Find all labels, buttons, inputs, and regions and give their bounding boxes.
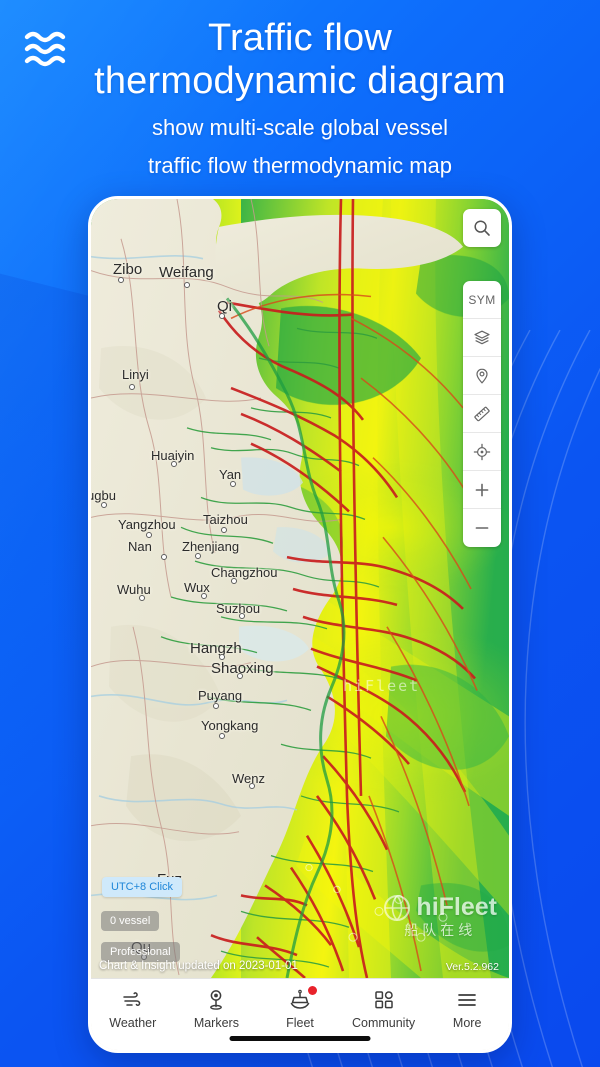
wind-icon	[121, 988, 145, 1012]
tab-fleet-label: Fleet	[286, 1016, 314, 1030]
ruler-icon	[473, 405, 491, 423]
map-control-stack[interactable]: SYM	[463, 281, 501, 547]
grid-icon	[372, 988, 396, 1012]
tab-weather-label: Weather	[109, 1016, 156, 1030]
page-subtitle-line2: traffic flow thermodynamic map	[0, 151, 600, 180]
map-zoom-out-button[interactable]	[463, 509, 501, 547]
map-layers-button[interactable]	[463, 319, 501, 357]
city-marker-dot	[213, 703, 219, 709]
city-marker-dot	[146, 532, 152, 538]
phone-screen: hiFleet hiFleet 船队在线 ZiboWeifangQiLinyiH…	[91, 199, 509, 1050]
map-locate-button[interactable]	[463, 433, 501, 471]
tab-weather[interactable]: Weather	[91, 988, 175, 1030]
home-indicator	[230, 1036, 371, 1041]
city-marker-dot	[230, 481, 236, 487]
map-measure-button[interactable]	[463, 395, 501, 433]
map-zoom-in-button[interactable]	[463, 471, 501, 509]
map-sym-label: SYM	[468, 293, 495, 307]
chart-updated-text: Chart & Insight updated on 2023-01-01	[99, 960, 298, 972]
tab-more-label: More	[453, 1016, 481, 1030]
header: Traffic flow thermodynamic diagram show …	[0, 16, 600, 180]
app-version-text: Ver.5.2.962	[446, 961, 499, 973]
city-marker-dot	[237, 673, 243, 679]
city-marker-dot	[231, 578, 237, 584]
page-title-line2: thermodynamic diagram	[0, 59, 600, 104]
city-marker-dot	[139, 595, 145, 601]
fleet-notification-badge	[308, 986, 317, 995]
city-marker-dot	[249, 783, 255, 789]
crosshair-icon	[473, 443, 491, 461]
ship-icon	[288, 988, 312, 1012]
minus-icon	[473, 519, 491, 537]
city-marker-dot	[219, 733, 225, 739]
tab-markers[interactable]: Markers	[175, 988, 259, 1030]
tab-community[interactable]: Community	[342, 988, 426, 1030]
phone-mockup: hiFleet hiFleet 船队在线 ZiboWeifangQiLinyiH…	[88, 196, 512, 1053]
vessel-count-badge[interactable]: 0 vessel	[101, 911, 159, 931]
tab-fleet[interactable]: Fleet	[258, 988, 342, 1030]
plan-badge[interactable]: Professional	[101, 942, 180, 962]
page-title-line1: Traffic flow	[0, 16, 600, 61]
city-marker-dot	[118, 277, 124, 283]
tab-markers-label: Markers	[194, 1016, 239, 1030]
city-marker-dot	[184, 282, 190, 288]
layers-icon	[473, 329, 491, 347]
page-subtitle-line1: show multi-scale global vessel	[0, 113, 600, 142]
city-marker-dot	[219, 654, 225, 660]
map-search-button[interactable]	[463, 209, 501, 247]
map-marker-button[interactable]	[463, 357, 501, 395]
city-marker-dot	[161, 554, 167, 560]
map-pin-icon	[473, 367, 491, 385]
city-marker-dot	[195, 553, 201, 559]
plus-icon	[473, 481, 491, 499]
traffic-flow-heatmap-map[interactable]: hiFleet hiFleet 船队在线 ZiboWeifangQiLinyiH…	[91, 199, 509, 978]
city-marker-dot	[101, 502, 107, 508]
tab-community-label: Community	[352, 1016, 415, 1030]
map-pin-icon	[204, 988, 228, 1012]
city-marker-dot	[129, 384, 135, 390]
city-marker-dot	[201, 593, 207, 599]
city-marker-dot	[221, 527, 227, 533]
city-marker-dot	[171, 461, 177, 467]
city-marker-dot	[239, 613, 245, 619]
search-icon	[473, 219, 491, 237]
hamburger-icon	[455, 988, 479, 1012]
timezone-badge[interactable]: UTC+8 Click	[102, 877, 182, 897]
tab-more[interactable]: More	[425, 988, 509, 1030]
city-marker-dot	[219, 313, 225, 319]
map-sym-button[interactable]: SYM	[463, 281, 501, 319]
